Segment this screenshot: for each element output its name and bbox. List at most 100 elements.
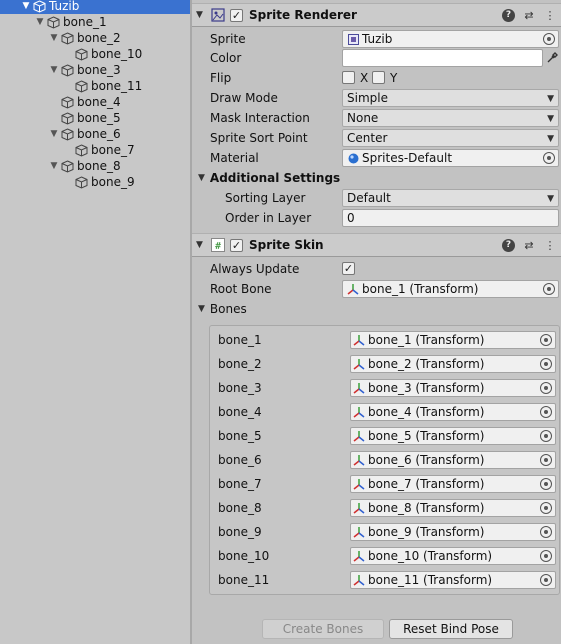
expand-arrow-icon[interactable]: ▼ — [48, 128, 60, 140]
flip-y-checkbox[interactable] — [372, 71, 385, 84]
fold-arrow-icon[interactable]: ▼ — [198, 304, 205, 314]
expand-arrow-icon[interactable]: ▼ — [48, 32, 60, 44]
additional-settings-foldout[interactable]: ▼ Additional Settings — [198, 171, 340, 185]
bone-transform-value: bone_8 (Transform) — [368, 501, 485, 515]
hierarchy-item[interactable]: bone_7 — [0, 142, 190, 158]
object-picker-icon[interactable] — [543, 283, 555, 295]
bone-transform-field[interactable]: bone_4 (Transform) — [350, 403, 556, 421]
eyedropper-icon[interactable] — [545, 51, 559, 65]
root-bone-field[interactable]: bone_1 (Transform) — [342, 280, 559, 298]
object-picker-icon[interactable] — [543, 152, 555, 164]
hierarchy-item-label: bone_5 — [77, 111, 121, 125]
material-row: Material Sprites-Default — [192, 148, 561, 168]
expand-arrow-icon[interactable]: ▼ — [48, 160, 60, 172]
object-picker-icon[interactable] — [543, 33, 555, 45]
object-picker-icon[interactable] — [540, 358, 552, 370]
sort-point-value: Center — [347, 131, 388, 145]
bone-transform-field[interactable]: bone_7 (Transform) — [350, 475, 556, 493]
hierarchy-item-label: bone_8 — [77, 159, 121, 173]
sort-point-dropdown[interactable]: Center ▼ — [342, 129, 559, 147]
object-picker-icon[interactable] — [540, 526, 552, 538]
sprite-field[interactable]: Tuzib — [342, 30, 559, 48]
object-picker-icon[interactable] — [540, 382, 552, 394]
reset-bind-pose-button[interactable]: Reset Bind Pose — [389, 619, 513, 639]
help-icon[interactable]: ? — [502, 238, 515, 252]
mask-interaction-value: None — [347, 111, 379, 125]
bone-transform-field[interactable]: bone_9 (Transform) — [350, 523, 556, 541]
hierarchy-item[interactable]: bone_10 — [0, 46, 190, 62]
bone-transform-value: bone_10 (Transform) — [368, 549, 493, 563]
hierarchy-item[interactable]: ▼ bone_1 — [0, 14, 190, 30]
hierarchy-item[interactable]: bone_5 — [0, 110, 190, 126]
material-field[interactable]: Sprites-Default — [342, 149, 559, 167]
bone-transform-field[interactable]: bone_11 (Transform) — [350, 571, 556, 589]
expand-arrow-icon[interactable]: ▼ — [48, 64, 60, 76]
create-bones-button[interactable]: Create Bones — [262, 619, 384, 639]
bone-transform-field[interactable]: bone_1 (Transform) — [350, 331, 556, 349]
object-picker-icon[interactable] — [540, 574, 552, 586]
expand-arrow-icon[interactable]: ▼ — [34, 16, 46, 28]
bone-transform-field[interactable]: bone_5 (Transform) — [350, 427, 556, 445]
color-row: Color — [192, 48, 561, 68]
bone-row: bone_9 bone_9 (Transform) — [210, 522, 559, 542]
hierarchy-item[interactable]: bone_9 — [0, 174, 190, 190]
object-picker-icon[interactable] — [540, 334, 552, 346]
more-options-icon[interactable]: ⋮ — [543, 8, 557, 22]
sprite-renderer-enabled-checkbox[interactable]: ✓ — [230, 8, 243, 22]
sprite-skin-header[interactable]: ▼ # ✓ Sprite Skin ? ⇄ ⋮ — [192, 233, 561, 257]
always-update-checkbox[interactable]: ✓ — [342, 262, 355, 275]
preset-icon[interactable]: ⇄ — [522, 238, 536, 252]
hierarchy-item[interactable]: ▼ bone_6 — [0, 126, 190, 142]
sorting-layer-dropdown[interactable]: Default ▼ — [342, 189, 559, 207]
bone-label: bone_11 — [218, 573, 270, 587]
help-icon[interactable]: ? — [502, 8, 515, 22]
sprite-skin-enabled-checkbox[interactable]: ✓ — [230, 238, 243, 252]
hierarchy-item-label: bone_11 — [91, 79, 143, 93]
hierarchy-item[interactable]: ▼ bone_2 — [0, 30, 190, 46]
more-options-icon[interactable]: ⋮ — [543, 238, 557, 252]
object-picker-icon[interactable] — [540, 430, 552, 442]
flip-x-label: X — [360, 71, 369, 85]
hierarchy-item[interactable]: bone_4 — [0, 94, 190, 110]
bone-transform-field[interactable]: bone_2 (Transform) — [350, 355, 556, 373]
hierarchy-item[interactable]: ▼ Tuzib — [0, 0, 190, 14]
flip-x-checkbox[interactable] — [342, 71, 355, 84]
bones-list: bone_1 bone_1 (Transform) bone_2 bone_2 (Tr… — [209, 325, 560, 595]
sprite-label: Sprite — [210, 32, 246, 46]
additional-settings-row[interactable]: ▼ Additional Settings — [192, 168, 561, 188]
object-picker-icon[interactable] — [540, 502, 552, 514]
order-in-layer-label: Order in Layer — [225, 211, 312, 225]
draw-mode-dropdown[interactable]: Simple ▼ — [342, 89, 559, 107]
preset-icon[interactable]: ⇄ — [522, 8, 536, 22]
bone-transform-field[interactable]: bone_10 (Transform) — [350, 547, 556, 565]
order-in-layer-input[interactable]: 0 — [342, 209, 559, 227]
fold-arrow-icon[interactable]: ▼ — [196, 240, 208, 250]
fold-arrow-icon[interactable]: ▼ — [196, 10, 208, 20]
object-picker-icon[interactable] — [540, 454, 552, 466]
transform-icon — [353, 358, 365, 370]
flip-row: Flip X Y — [192, 68, 561, 88]
hierarchy-item[interactable]: ▼ bone_8 — [0, 158, 190, 174]
color-label: Color — [210, 51, 242, 65]
object-picker-icon[interactable] — [540, 550, 552, 562]
bone-transform-field[interactable]: bone_3 (Transform) — [350, 379, 556, 397]
hierarchy-item[interactable]: ▼ bone_3 — [0, 62, 190, 78]
mask-interaction-dropdown[interactable]: None ▼ — [342, 109, 559, 127]
sprite-renderer-header[interactable]: ▼ ✓ Sprite Renderer ? ⇄ ⋮ — [192, 3, 561, 27]
bones-foldout-row[interactable]: ▼ Bones — [192, 299, 561, 319]
transform-icon — [353, 382, 365, 394]
fold-arrow-icon[interactable]: ▼ — [198, 173, 205, 183]
dropdown-arrow-icon: ▼ — [547, 194, 554, 204]
bones-foldout[interactable]: ▼ Bones — [198, 302, 247, 316]
bone-transform-field[interactable]: bone_8 (Transform) — [350, 499, 556, 517]
object-picker-icon[interactable] — [540, 406, 552, 418]
color-swatch[interactable] — [342, 49, 543, 67]
object-picker-icon[interactable] — [540, 478, 552, 490]
bone-transform-field[interactable]: bone_6 (Transform) — [350, 451, 556, 469]
sprite-skin-title: Sprite Skin — [249, 238, 324, 252]
bone-transform-value: bone_3 (Transform) — [368, 381, 485, 395]
script-icon: # — [210, 237, 226, 253]
hierarchy-item-label: bone_4 — [77, 95, 121, 109]
hierarchy-item[interactable]: bone_11 — [0, 78, 190, 94]
expand-arrow-icon[interactable]: ▼ — [20, 0, 32, 12]
